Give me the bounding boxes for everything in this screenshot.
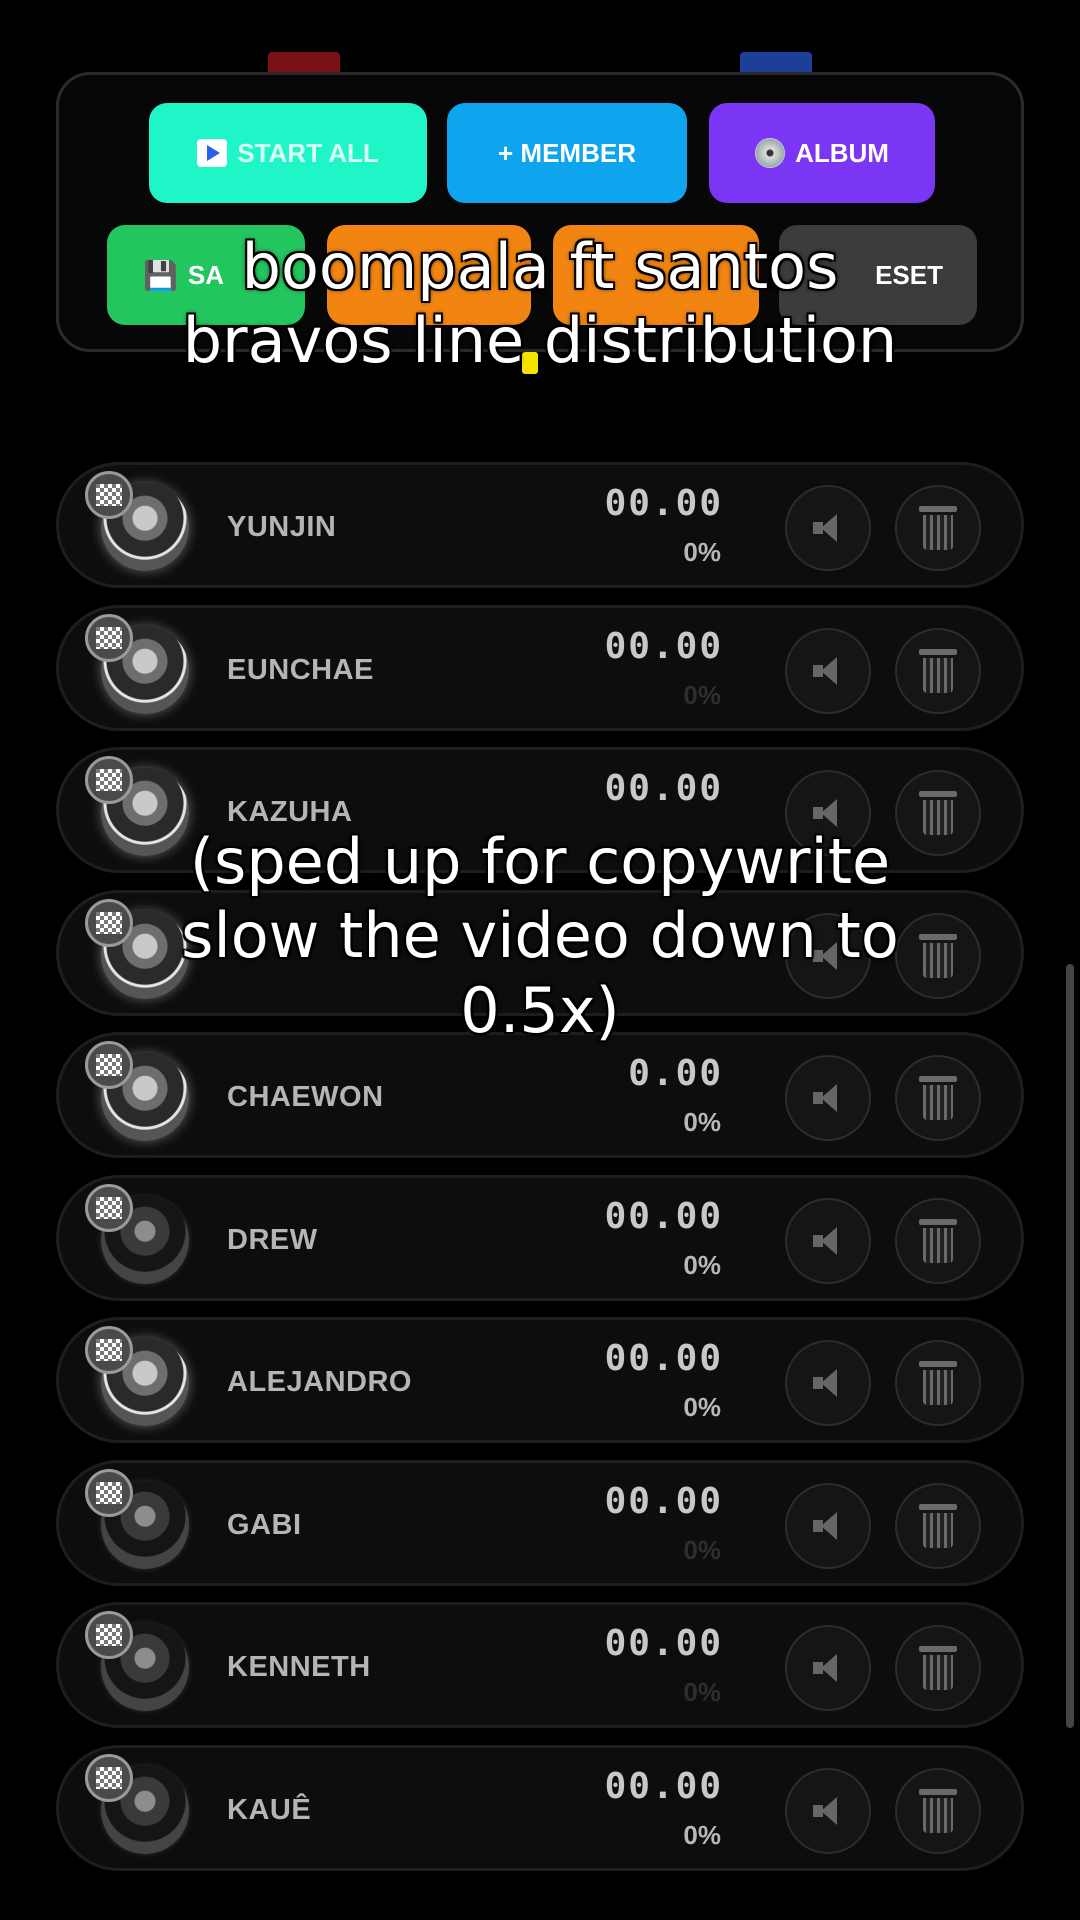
member-time: 00.00 (604, 1195, 723, 1237)
add-member-label: + MEMBER (498, 137, 636, 168)
album-label: ALBUM (795, 137, 889, 168)
speed-note-overlay: (sped up for copywrite slow the video do… (0, 825, 1080, 1048)
title-line-1: boompala ft santos (241, 230, 839, 303)
delete-button[interactable] (895, 1055, 981, 1141)
speaker-button[interactable] (785, 1055, 871, 1141)
speaker-icon (811, 654, 845, 688)
trash-icon (919, 1646, 957, 1690)
checkered-icon[interactable] (85, 1611, 133, 1659)
trash-icon (919, 1218, 957, 1263)
member-time: 00.00 (604, 1338, 723, 1379)
checkered-icon[interactable] (85, 471, 133, 519)
speaker-icon (811, 1366, 845, 1400)
member-name: YUNJIN (227, 511, 337, 543)
speaker-icon (811, 511, 845, 545)
checkered-icon[interactable] (85, 1753, 133, 1802)
delete-button[interactable] (895, 1340, 981, 1426)
member-percent: 0% (683, 1819, 721, 1850)
member-percent: 0% (683, 537, 721, 567)
checkered-icon[interactable] (85, 1326, 133, 1374)
member-row[interactable]: KAUÊ 00.00 0% (56, 1744, 1024, 1871)
speaker-icon (811, 1081, 845, 1115)
member-name: EUNCHAE (227, 653, 374, 686)
member-row[interactable]: DREW 00.00 0% (56, 1174, 1024, 1301)
member-name: GABI (227, 1508, 302, 1541)
member-percent: 0% (683, 1677, 721, 1707)
speaker-button[interactable] (785, 1625, 871, 1711)
member-name: KENNETH (227, 1651, 371, 1683)
speaker-icon (811, 1224, 845, 1258)
checkered-icon[interactable] (85, 756, 133, 804)
trash-icon (919, 1076, 957, 1120)
delete-button[interactable] (895, 1482, 981, 1569)
checkered-icon[interactable] (85, 1041, 133, 1089)
member-name: ALEJANDRO (227, 1366, 412, 1398)
member-time: 00.00 (604, 768, 723, 809)
member-name: KAUÊ (227, 1793, 312, 1826)
member-name: CHAEWON (227, 1081, 384, 1113)
trash-icon (919, 1361, 957, 1405)
delete-button[interactable] (895, 627, 981, 714)
member-time: 00.00 (604, 1480, 723, 1522)
start-all-label: START ALL (237, 137, 379, 168)
scrollbar[interactable] (1066, 964, 1074, 1728)
speaker-icon (811, 1794, 845, 1828)
member-row[interactable]: YUNJIN 00.00 0% (56, 462, 1024, 588)
video-title-overlay: boompala ft santos bravos line distribut… (0, 230, 1080, 379)
member-name: DREW (227, 1223, 318, 1256)
title-line-2: bravos line distribution (182, 304, 898, 378)
delete-button[interactable] (895, 1767, 981, 1854)
trash-icon (919, 1788, 957, 1833)
delete-button[interactable] (895, 485, 981, 571)
speaker-button[interactable] (785, 1197, 871, 1284)
speaker-button[interactable] (785, 1767, 871, 1854)
checkered-icon[interactable] (85, 613, 133, 662)
note-line-1: (sped up for copywrite (189, 825, 891, 898)
checkered-icon[interactable] (85, 1468, 133, 1517)
member-row[interactable]: GABI 00.00 0% (56, 1459, 1024, 1586)
play-icon (197, 139, 228, 167)
member-time: 0.00 (628, 1053, 723, 1094)
speaker-icon (811, 1509, 845, 1543)
speaker-button[interactable] (785, 485, 871, 571)
member-percent: 0% (683, 1534, 721, 1565)
member-row[interactable]: EUNCHAE 00.00 0% (56, 604, 1024, 731)
delete-button[interactable] (895, 1197, 981, 1284)
speaker-icon (811, 1651, 845, 1685)
member-percent: 0% (683, 1107, 721, 1137)
member-time: 00.00 (604, 1765, 723, 1807)
start-all-button[interactable]: START ALL (149, 103, 427, 203)
member-row[interactable]: KENNETH 00.00 0% (56, 1602, 1024, 1728)
member-row[interactable]: CHAEWON 0.00 0% (56, 1032, 1024, 1158)
note-line-3: 0.5x) (460, 973, 620, 1047)
checkered-icon[interactable] (85, 1183, 133, 1232)
member-percent: 0% (683, 679, 721, 710)
trash-icon (919, 506, 957, 550)
member-percent: 0% (683, 1249, 721, 1280)
note-line-2: slow the video down to (181, 899, 899, 973)
speaker-button[interactable] (785, 1340, 871, 1426)
member-percent: 0% (683, 1392, 721, 1422)
speaker-button[interactable] (785, 627, 871, 714)
member-time: 00.00 (604, 1623, 723, 1664)
speaker-button[interactable] (785, 1482, 871, 1569)
album-button[interactable]: ALBUM (709, 103, 935, 203)
member-list: YUNJIN 00.00 0% EUNCHAE 00.00 0% KAZUHA … (56, 462, 1024, 1887)
delete-button[interactable] (895, 1625, 981, 1711)
trash-icon (919, 1503, 957, 1548)
trash-icon (919, 648, 957, 693)
member-time: 00.00 (604, 625, 723, 667)
member-row[interactable]: ALEJANDRO 00.00 0% (56, 1317, 1024, 1443)
add-member-button[interactable]: + MEMBER (447, 103, 687, 203)
disc-icon (755, 138, 786, 168)
member-time: 00.00 (604, 483, 723, 524)
